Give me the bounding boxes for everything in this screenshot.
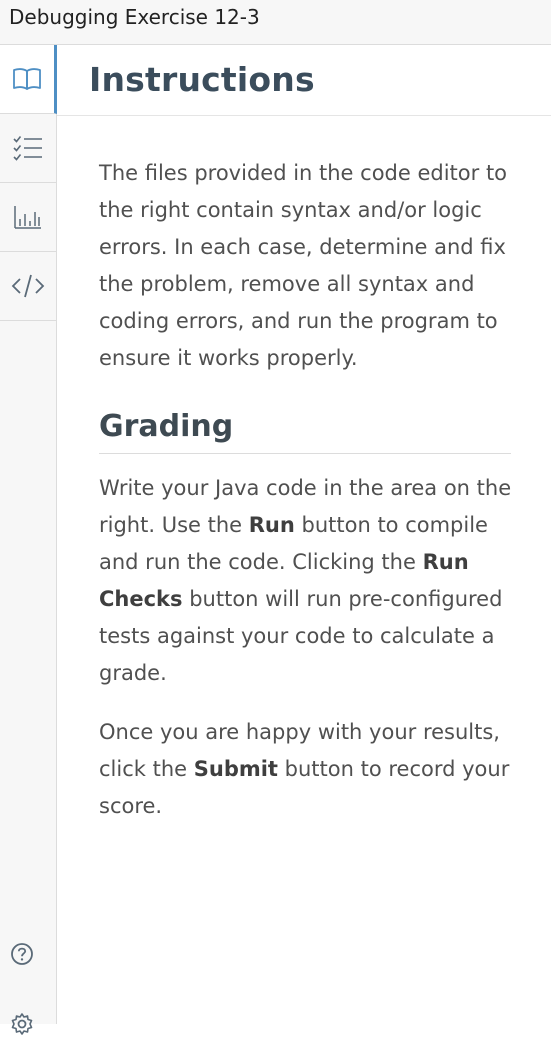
- gear-icon: [10, 1012, 34, 1040]
- intro-paragraph: The files provided in the code editor to…: [99, 161, 508, 370]
- book-icon: [12, 67, 42, 91]
- bar-chart-icon: [14, 205, 42, 229]
- run-button-reference: Run: [248, 513, 295, 537]
- submit-paragraph: Once you are happy with your results, cl…: [99, 714, 514, 825]
- sidebar-item-code[interactable]: [0, 252, 56, 321]
- sidebar-item-checklist[interactable]: [0, 114, 56, 183]
- help-icon: [10, 942, 34, 970]
- submit-button-reference: Submit: [193, 757, 278, 781]
- checklist-icon: [13, 135, 43, 161]
- sidebar-item-grades[interactable]: [0, 183, 56, 252]
- settings-button[interactable]: [0, 1012, 43, 1040]
- page-title: Instructions: [89, 60, 315, 99]
- title-bar: Debugging Exercise 12-3: [0, 0, 551, 45]
- sidebar: [0, 45, 57, 1035]
- code-icon: [11, 273, 45, 299]
- help-button[interactable]: [0, 942, 43, 970]
- content-header: Instructions: [57, 45, 551, 116]
- grading-paragraph: Write your Java code in the area on the …: [99, 470, 514, 692]
- grading-heading: Grading: [99, 407, 511, 454]
- instructions-body: The files provided in the code editor to…: [99, 155, 514, 825]
- window-title: Debugging Exercise 12-3: [9, 5, 260, 29]
- sidebar-item-instructions[interactable]: [0, 45, 57, 114]
